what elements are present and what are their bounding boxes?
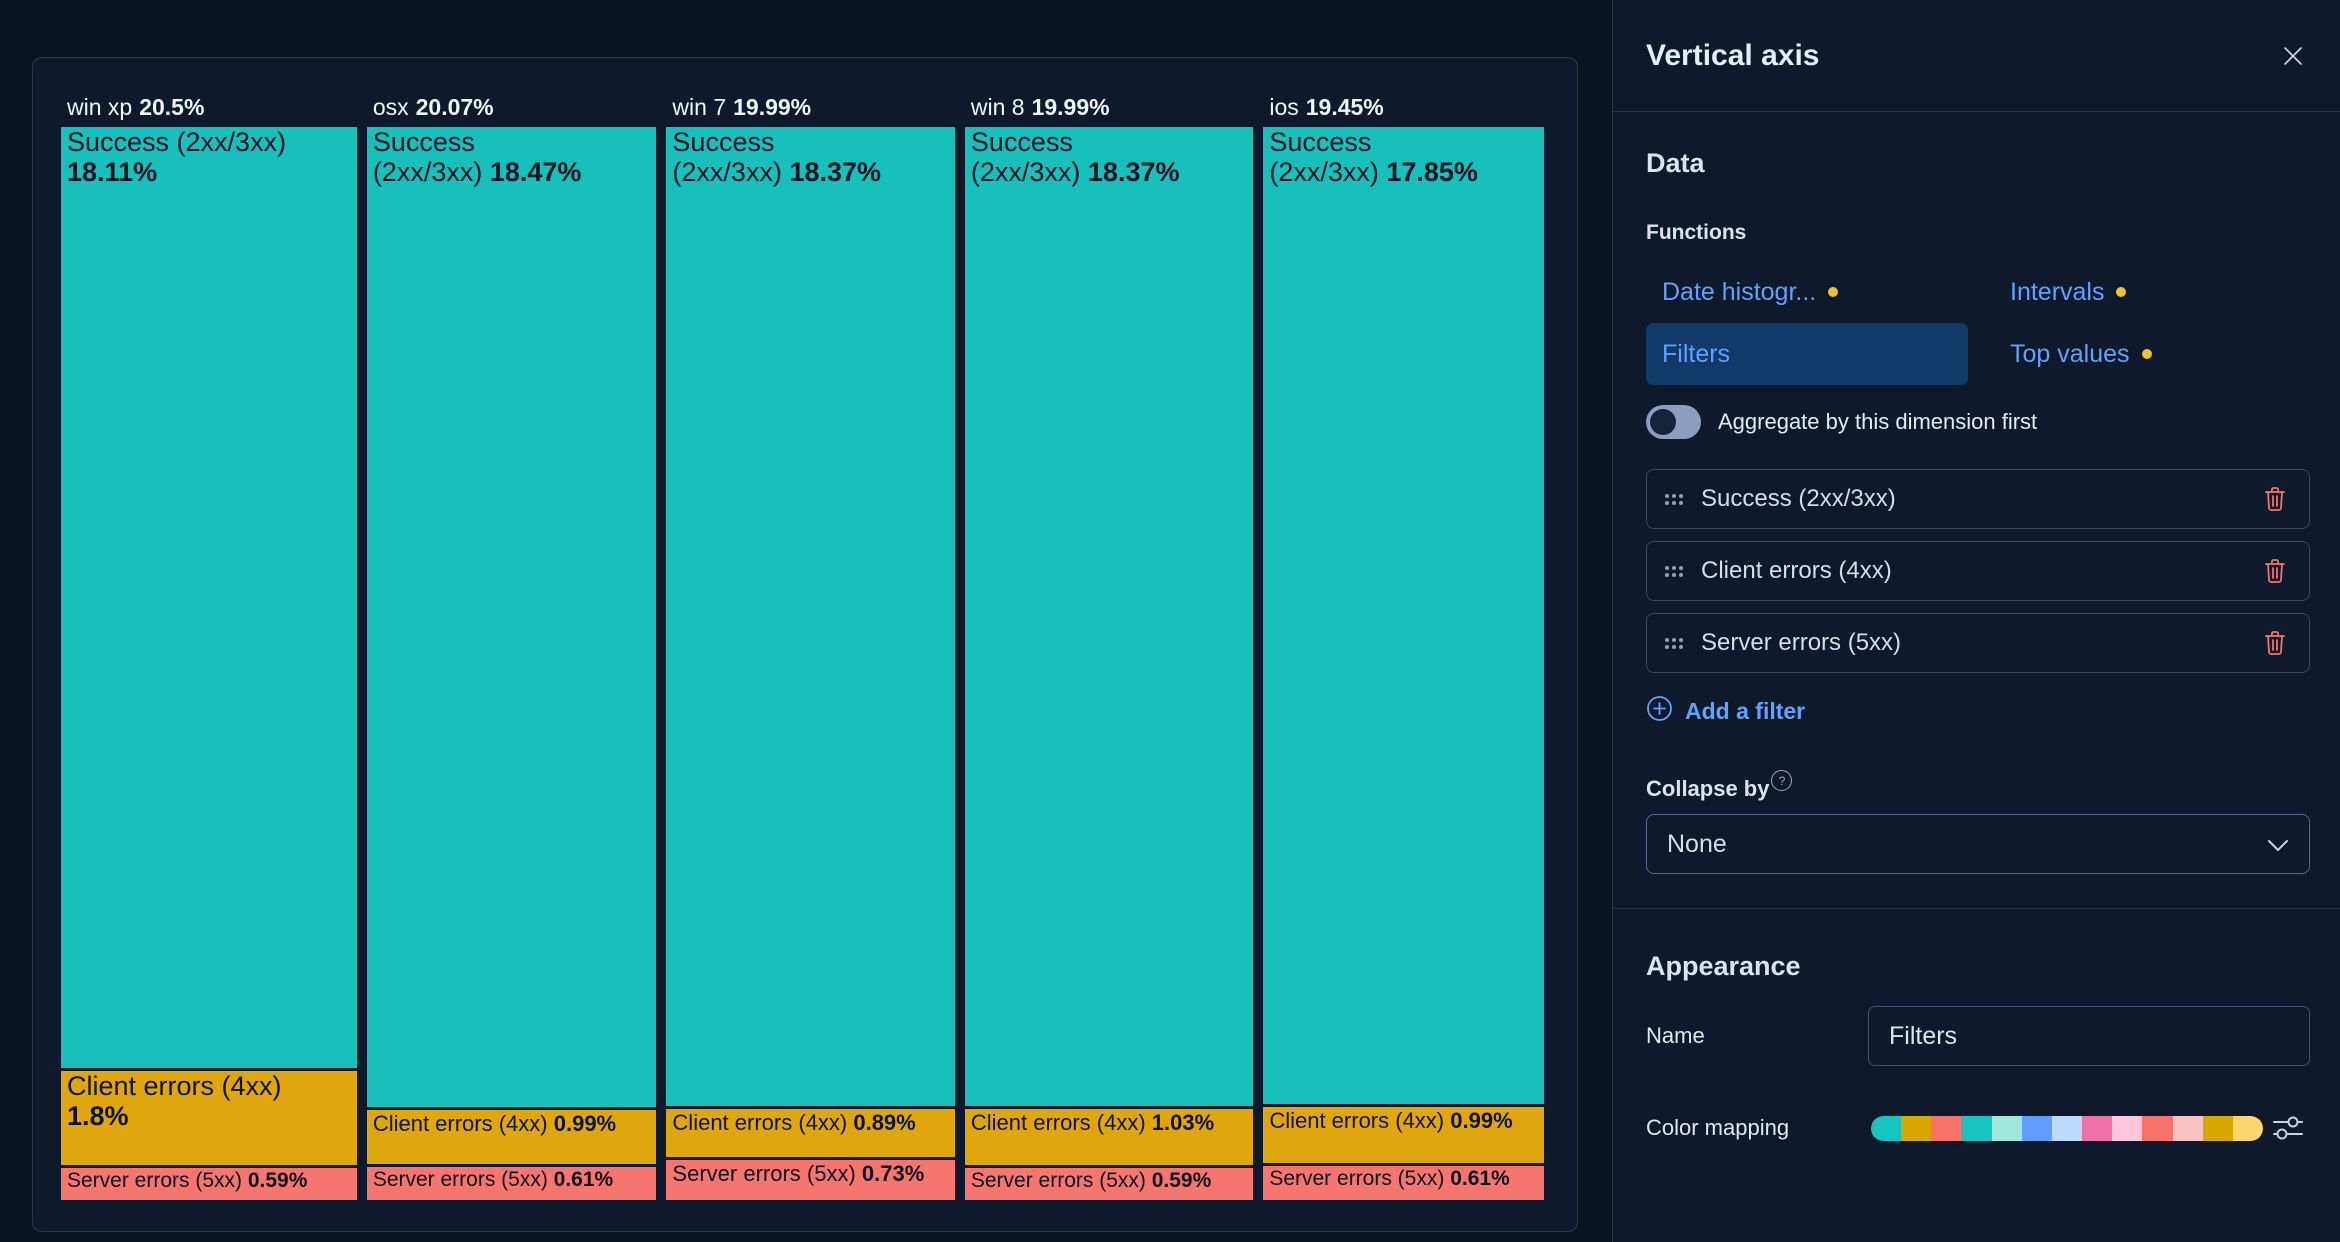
mosaic-column-osx: osx 20.07% Success (2xx/3xx) 18.47% Client e… [366,80,657,1200]
delete-filter-button[interactable] [2259,625,2291,661]
mosaic-cell[interactable]: Success (2xx/3xx) 18.47% [366,127,657,1108]
drag-handle-icon[interactable] [1665,565,1683,577]
mosaic-cell[interactable]: Success (2xx/3xx) 18.11% [61,127,357,1068]
plus-circle-icon [1646,695,1673,728]
function-filters-selected[interactable]: Filters [1646,323,1968,385]
column-header: win 7 19.99% [672,94,812,120]
mosaic-cell[interactable]: Success (2xx/3xx) 18.37% [666,127,955,1106]
drag-handle-icon[interactable] [1665,637,1683,649]
appearance-section: Appearance Name Color mapping [1646,951,2310,1150]
function-grid: Date histogr... Intervals Filters Top va… [1646,261,2310,385]
chevron-down-icon [2267,830,2289,859]
column-header: osx 20.07% [372,94,494,120]
mosaic-cell[interactable]: Server errors (5xx) 0.61% [1263,1165,1544,1200]
mosaic-cell[interactable]: Client errors (4xx) 0.89% [666,1108,955,1158]
incompatible-dot-icon [1828,287,1839,297]
functions-label: Functions [1646,221,1747,244]
lens-editor: win xp 20.5% Success (2xx/3xx) 18.11% Client… [0,0,2340,1242]
mosaic-cell[interactable]: Success (2xx/3xx) 18.37% [964,127,1254,1106]
column-header: ios 19.45% [1269,94,1384,120]
column-header: win 8 19.99% [970,94,1110,120]
color-mapping-row: Color mapping [1646,1106,2310,1150]
section-divider [1613,908,2340,909]
mosaic-chart: win xp 20.5% Success (2xx/3xx) 18.11% Client… [61,80,1544,1200]
mosaic-cell[interactable]: Client errors (4xx) 0.99% [1263,1107,1544,1163]
function-intervals[interactable]: Intervals [1978,261,2310,323]
mosaic-cell[interactable]: Server errors (5xx) 0.59% [61,1168,357,1200]
mosaic-column-win-7: win 7 19.99% Success (2xx/3xx) 18.37% Client… [666,80,955,1200]
mosaic-cell[interactable]: Server errors (5xx) 0.59% [964,1167,1254,1200]
collapse-by-label: Collapse by ? [1646,770,2310,802]
color-palette-strip[interactable] [1871,1115,2263,1141]
trash-icon [2263,559,2287,588]
appearance-heading: Appearance [1646,951,1801,981]
color-mapping-settings-button[interactable] [2266,1106,2310,1150]
incompatible-dot-icon [2141,349,2152,359]
close-button[interactable] [2276,39,2310,73]
filter-list: Success (2xx/3xx) Client errors (4xx) Se… [1646,469,2310,673]
trash-icon [2263,631,2287,660]
delete-filter-button[interactable] [2259,481,2291,517]
toggle-knob [1650,409,1676,435]
mosaic-column-ios: ios 19.45% Success (2xx/3xx) 17.85% Client e… [1263,80,1544,1200]
vertical-axis-flyout: Vertical axis Data Functions Date histog… [1612,0,2340,1242]
filter-row-client-errors[interactable]: Client errors (4xx) [1646,541,2310,601]
name-row: Name [1646,1006,2310,1066]
mosaic-cell[interactable]: Server errors (5xx) 0.61% [366,1166,657,1200]
mosaic-cell[interactable]: Server errors (5xx) 0.73% [666,1160,955,1200]
filter-row-success[interactable]: Success (2xx/3xx) [1646,469,2310,529]
mosaic-cell[interactable]: Client errors (4xx) 1.03% [964,1108,1254,1165]
help-icon[interactable]: ? [1771,770,1793,791]
mosaic-chart-panel: win xp 20.5% Success (2xx/3xx) 18.11% Client… [32,57,1578,1232]
function-top-values[interactable]: Top values [1978,323,2310,385]
aggregate-toggle[interactable] [1646,405,1701,439]
mosaic-column-win-8: win 8 19.99% Success (2xx/3xx) 18.37% Client… [964,80,1254,1200]
data-section-heading: Data [1646,148,1705,178]
filter-row-server-errors[interactable]: Server errors (5xx) [1646,613,2310,673]
trash-icon [2263,487,2287,516]
flyout-header: Vertical axis [1613,0,2340,112]
mosaic-cell[interactable]: Client errors (4xx) 0.99% [366,1110,657,1164]
aggregate-toggle-label: Aggregate by this dimension first [1718,409,2038,434]
function-date-histogram[interactable]: Date histogr... [1646,261,1978,323]
mosaic-cell[interactable]: Success (2xx/3xx) 17.85% [1263,127,1544,1105]
column-header: win xp 20.5% [67,94,205,120]
flyout-title: Vertical axis [1646,38,1820,72]
close-icon [2280,46,2306,72]
mosaic-cell[interactable]: Client errors (4xx) 1.8% [61,1070,357,1166]
add-filter-button[interactable]: Add a filter [1646,695,1805,728]
name-input[interactable] [1868,1006,2310,1066]
collapse-by-select[interactable]: None [1646,814,2310,874]
aggregate-toggle-row: Aggregate by this dimension first [1646,405,2310,439]
drag-handle-icon[interactable] [1665,493,1683,505]
mosaic-column-win-xp: win xp 20.5% Success (2xx/3xx) 18.11% Client… [61,80,357,1200]
delete-filter-button[interactable] [2259,553,2291,589]
name-label: Name [1646,1023,1705,1048]
incompatible-dot-icon [2116,287,2127,297]
sliders-icon [2270,1116,2306,1149]
color-mapping-label: Color mapping [1646,1115,1790,1140]
